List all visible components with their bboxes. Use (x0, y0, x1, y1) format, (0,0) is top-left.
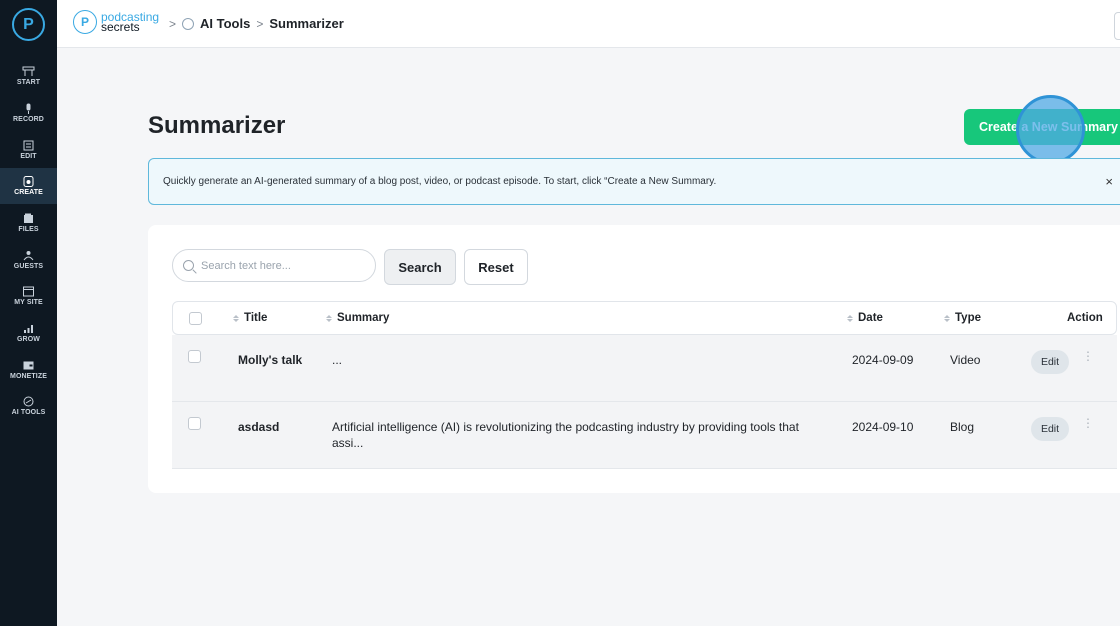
edit-icon (23, 140, 34, 151)
more-options-icon[interactable]: ⋮ (1082, 350, 1094, 362)
row-date: 2024-09-09 (852, 353, 914, 367)
row-summary: ... (332, 353, 343, 367)
guests-icon (23, 251, 34, 261)
sidebar-item-start[interactable]: START (0, 58, 57, 94)
table-header: Title Summary Date Type Action (172, 301, 1117, 335)
row-title: Molly's talk (238, 353, 303, 367)
home-icon (22, 66, 35, 76)
row-type: Blog (950, 420, 975, 434)
logo-glyph: P (23, 15, 34, 33)
sidebar: P START RECORD EDIT CREATE FILES GUESTS … (0, 0, 57, 626)
wallet-icon (23, 361, 34, 370)
ai-icon (23, 396, 34, 407)
edit-button[interactable]: Edit (1031, 417, 1069, 441)
row-checkbox[interactable] (188, 417, 201, 430)
create-new-summary-button[interactable]: Create a New Summary (964, 109, 1120, 145)
sidebar-item-my-site[interactable]: MY SITE (0, 278, 57, 314)
app-logo-icon[interactable]: P (12, 8, 45, 41)
breadcrumb-ai-tools[interactable]: AI Tools (200, 16, 250, 31)
sort-icon (233, 314, 239, 322)
search-input[interactable] (201, 259, 361, 272)
sidebar-item-label: GUESTS (13, 263, 44, 270)
summaries-card: Search Reset Title Summary Date Type Act… (148, 225, 1120, 493)
column-type[interactable]: Type (944, 312, 981, 324)
column-title-label: Title (244, 312, 268, 324)
sidebar-item-label: START (16, 79, 41, 86)
reset-button[interactable]: Reset (464, 249, 528, 285)
breadcrumb: > AI Tools > Summarizer (169, 16, 344, 31)
sidebar-item-edit[interactable]: EDIT (0, 132, 57, 168)
breadcrumb-separator: > (169, 16, 177, 31)
sidebar-item-files[interactable]: FILES (0, 205, 57, 241)
column-action-label: Action (1067, 312, 1103, 324)
brand-mark-icon: P (73, 10, 97, 34)
column-date-label: Date (858, 312, 883, 324)
sidebar-item-label: RECORD (13, 116, 44, 123)
sidebar-item-label: AI TOOLS (11, 409, 46, 416)
sidebar-item-ai-tools[interactable]: AI TOOLS (0, 388, 57, 424)
select-all-checkbox[interactable] (189, 312, 202, 325)
summaries-table: Title Summary Date Type Action Molly's t… (172, 301, 1117, 469)
chart-icon (24, 325, 33, 333)
sidebar-item-label: MY SITE (14, 299, 43, 306)
table-row[interactable]: asdasd Artificial intelligence (AI) is r… (172, 402, 1117, 469)
column-action: Action (1067, 312, 1103, 324)
breadcrumb-summarizer: Summarizer (269, 16, 344, 31)
page-title: Summarizer (148, 112, 286, 139)
breadcrumb-separator: > (256, 16, 264, 31)
row-summary: Artificial intelligence (AI) is revoluti… (332, 420, 799, 450)
column-summary-label: Summary (337, 312, 390, 324)
close-icon[interactable]: × (1105, 174, 1113, 189)
sidebar-item-label: MONETIZE (10, 373, 47, 380)
info-banner-text: Quickly generate an AI-generated summary… (163, 176, 717, 187)
column-summary[interactable]: Summary (326, 312, 389, 324)
microphone-icon (26, 103, 31, 114)
sidebar-item-record[interactable]: RECORD (0, 95, 57, 131)
top-bar: P podcasting secrets > AI Tools > Summar… (57, 0, 1120, 48)
brand-logo[interactable]: P podcasting secrets (73, 10, 159, 34)
column-title[interactable]: Title (233, 312, 267, 324)
sidebar-item-label: CREATE (14, 189, 43, 196)
column-type-label: Type (955, 312, 981, 324)
row-checkbox[interactable] (188, 350, 201, 363)
edit-button[interactable]: Edit (1031, 350, 1069, 374)
sidebar-item-label: EDIT (20, 153, 37, 160)
sidebar-item-label: GROW (17, 336, 40, 343)
brand-line-2: secrets (101, 20, 140, 34)
row-type: Video (950, 353, 981, 367)
more-options-icon[interactable]: ⋮ (1082, 417, 1094, 429)
row-title: asdasd (238, 420, 280, 434)
sidebar-item-label: FILES (18, 226, 39, 233)
sidebar-item-guests[interactable]: GUESTS (0, 242, 57, 278)
top-right-control[interactable] (1114, 12, 1120, 40)
search-icon (183, 260, 194, 271)
search-button[interactable]: Search (384, 249, 456, 285)
sort-icon (326, 314, 332, 322)
sidebar-item-create[interactable]: CREATE (0, 168, 57, 204)
search-field[interactable] (172, 249, 376, 282)
create-icon (23, 176, 34, 187)
sidebar-item-grow[interactable]: GROW (0, 315, 57, 351)
info-banner: Quickly generate an AI-generated summary… (148, 158, 1120, 205)
website-icon (23, 286, 34, 297)
column-date[interactable]: Date (847, 312, 883, 324)
sort-icon (944, 314, 950, 322)
sidebar-item-monetize[interactable]: MONETIZE (0, 352, 57, 388)
ai-tools-icon (182, 17, 195, 30)
table-row[interactable]: Molly's talk ... 2024-09-09 Video Edit ⋮ (172, 335, 1117, 402)
folder-icon (24, 213, 33, 223)
row-date: 2024-09-10 (852, 420, 914, 434)
sort-icon (847, 314, 853, 322)
